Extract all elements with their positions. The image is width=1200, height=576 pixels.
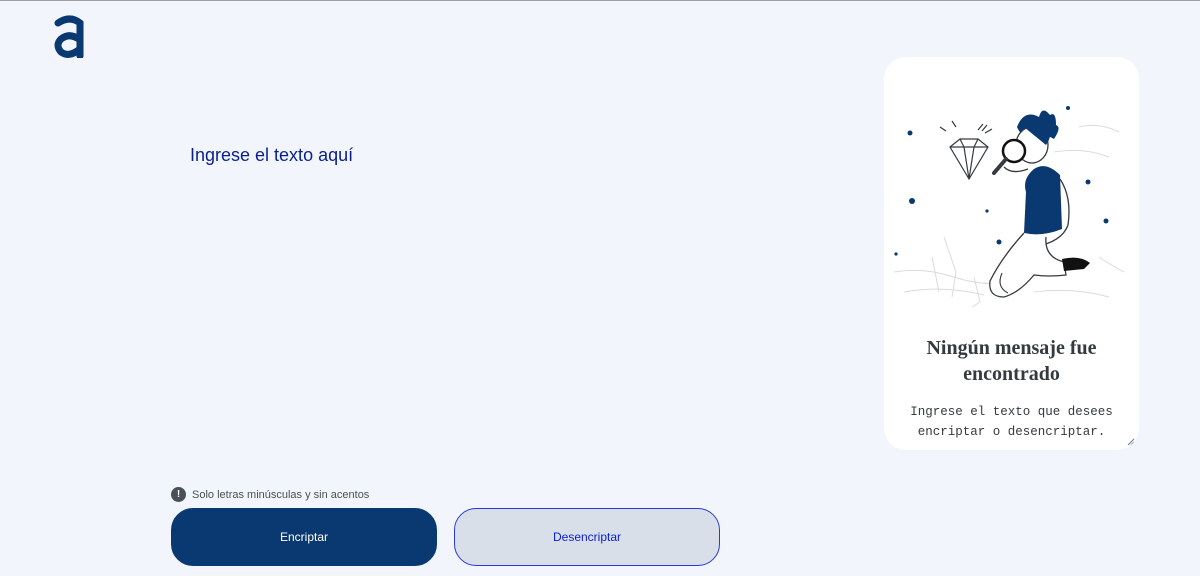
exclamation-icon: ! — [171, 487, 186, 502]
window-top-border — [0, 0, 1200, 1]
message-input[interactable] — [190, 145, 830, 465]
encrypt-button[interactable]: Encriptar — [171, 508, 437, 566]
output-description: Ingrese el texto que desees encriptar o … — [910, 405, 1113, 439]
decrypt-button-label: Desencriptar — [552, 530, 622, 544]
decrypt-button[interactable]: Desencriptar — [454, 508, 720, 566]
encrypt-button-label: Encriptar — [279, 530, 329, 544]
resize-grip-icon[interactable] — [1127, 438, 1135, 446]
output-title: Ningún mensaje fue encontrado — [926, 337, 1097, 385]
alura-logo-icon — [54, 15, 84, 58]
output-card: Ningún mensaje fue encontrado Ingrese el… — [884, 57, 1139, 450]
hint-text: Solo letras minúsculas y sin acentos — [192, 488, 370, 501]
person-magnifying-glass-icon — [893, 106, 1125, 308]
input-hint: ! Solo letras minúsculas y sin acentos — [171, 487, 369, 502]
